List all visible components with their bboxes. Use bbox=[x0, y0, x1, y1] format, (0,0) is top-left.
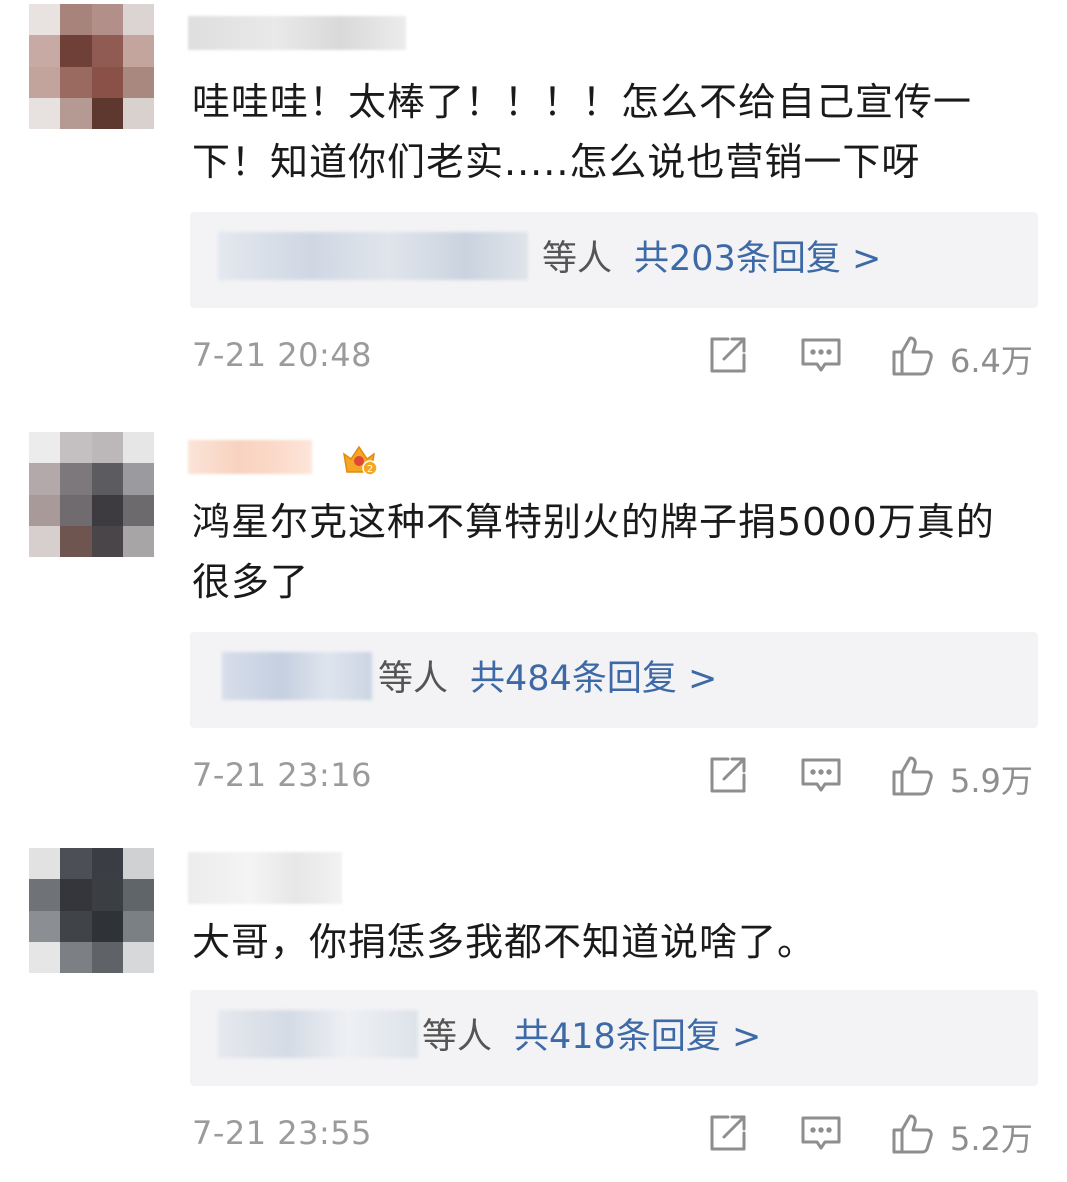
reply-summary[interactable]: 等人 共418条回复 > bbox=[422, 1014, 761, 1060]
thumbs-up-icon[interactable] bbox=[890, 332, 936, 378]
crown-badge-icon: 2 bbox=[340, 440, 378, 478]
replies-preview[interactable]: 等人 共418条回复 > bbox=[190, 990, 1038, 1086]
avatar[interactable] bbox=[29, 848, 154, 973]
comment-meta: 7-21 23:55 5.2万 bbox=[0, 1110, 1067, 1160]
like-count: 6.4万 bbox=[950, 342, 1033, 380]
comment-icon[interactable] bbox=[798, 332, 844, 378]
share-icon[interactable] bbox=[704, 332, 750, 378]
share-icon[interactable] bbox=[704, 752, 750, 798]
reply-users-blurred bbox=[222, 652, 372, 700]
comment-time: 7-21 20:48 bbox=[192, 336, 373, 374]
thumbs-up-icon[interactable] bbox=[890, 1110, 936, 1156]
avatar[interactable] bbox=[29, 432, 154, 557]
comment-text: 哇哇哇！太棒了！！！！怎么不给自己宣传一下！知道你们老实.....怎么说也营销一… bbox=[192, 80, 973, 184]
reply-summary[interactable]: 等人 共484条回复 > bbox=[378, 656, 717, 702]
like-count: 5.9万 bbox=[950, 762, 1033, 800]
comment-icon[interactable] bbox=[798, 1110, 844, 1156]
reply-count-link[interactable]: 共484条回复 > bbox=[470, 659, 717, 699]
like-count: 5.2万 bbox=[950, 1120, 1033, 1158]
reply-suffix: 等人 bbox=[378, 659, 449, 699]
comment-time: 7-21 23:16 bbox=[192, 756, 373, 794]
comment-meta: 7-21 23:16 5.9万 bbox=[0, 752, 1067, 802]
avatar[interactable] bbox=[29, 4, 154, 129]
thumbs-up-icon[interactable] bbox=[890, 752, 936, 798]
share-icon[interactable] bbox=[704, 1110, 750, 1156]
reply-count-link[interactable]: 共203条回复 > bbox=[634, 239, 881, 279]
username-blurred[interactable] bbox=[188, 852, 342, 904]
comment-text: 大哥，你捐恁多我都不知道说啥了。 bbox=[192, 920, 817, 964]
reply-users-blurred bbox=[218, 1010, 418, 1058]
reply-suffix: 等人 bbox=[542, 239, 613, 279]
username-blurred[interactable] bbox=[188, 440, 312, 474]
comment-text: 鸿星尔克这种不算特别火的牌子捐5000万真的很多了 bbox=[192, 500, 995, 604]
comment-time: 7-21 23:55 bbox=[192, 1114, 373, 1152]
reply-suffix: 等人 bbox=[422, 1017, 493, 1057]
reply-users-blurred bbox=[218, 232, 528, 280]
reply-summary[interactable]: 等人 共203条回复 > bbox=[542, 236, 881, 282]
replies-preview[interactable]: 等人 共203条回复 > bbox=[190, 212, 1038, 308]
username-blurred[interactable] bbox=[188, 16, 406, 50]
svg-text:2: 2 bbox=[367, 464, 373, 475]
reply-count-link[interactable]: 共418条回复 > bbox=[514, 1017, 761, 1057]
replies-preview[interactable]: 等人 共484条回复 > bbox=[190, 632, 1038, 728]
comment-icon[interactable] bbox=[798, 752, 844, 798]
comment-meta: 7-21 20:48 6.4万 bbox=[0, 332, 1067, 382]
